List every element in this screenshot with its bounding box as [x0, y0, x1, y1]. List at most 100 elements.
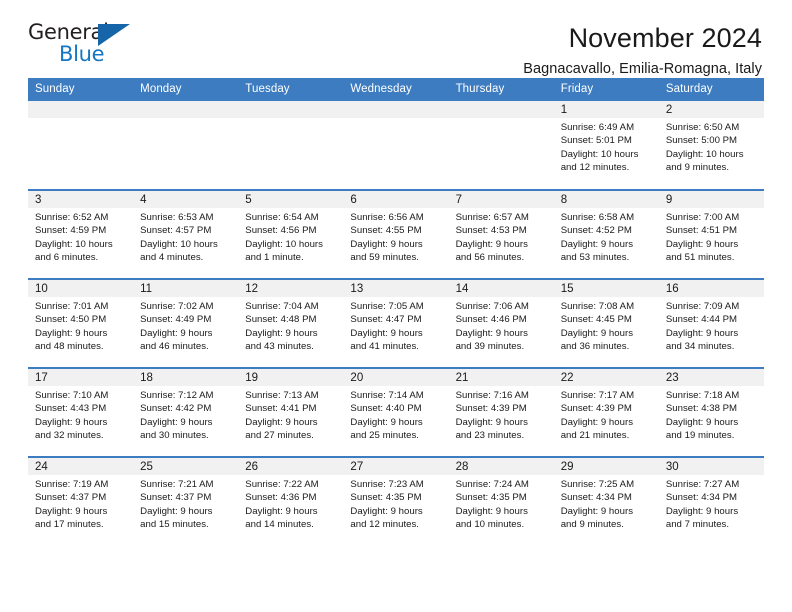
- calendar-day-cell[interactable]: 16 Sunrise: 7:09 AM Sunset: 4:44 PM Dayligh…: [658, 278, 764, 368]
- daylight-text-line2: and 12 minutes.: [350, 518, 419, 530]
- calendar-day-cell[interactable]: 22 Sunrise: 7:17 AM Sunset: 4:39 PM Dayligh…: [553, 367, 659, 457]
- day-cell: 30 Sunrise: 7:27 AM Sunset: 4:34 PM Dayligh…: [658, 458, 764, 545]
- sunset-text: Sunset: 4:57 PM: [140, 225, 212, 237]
- sunrise-text: Sunrise: 7:24 AM: [455, 479, 529, 490]
- sunset-text: Sunset: 4:38 PM: [665, 403, 738, 415]
- page-title: November 2024: [568, 23, 762, 53]
- calendar-day-cell[interactable]: 21 Sunrise: 7:16 AM Sunset: 4:39 PM Dayligh…: [448, 367, 554, 457]
- calendar-day-cell[interactable]: 25 Sunrise: 7:21 AM Sunset: 4:37 PM Dayligh…: [133, 456, 239, 546]
- day-number: 7: [448, 191, 554, 208]
- calendar-day-cell[interactable]: 9 Sunrise: 7:00 AM Sunset: 4:51 PM Daylight…: [658, 189, 764, 279]
- sunrise-text: Sunrise: 7:10 AM: [35, 390, 109, 401]
- calendar-day-cell[interactable]: 15 Sunrise: 7:08 AM Sunset: 4:45 PM Dayligh…: [553, 278, 659, 368]
- calendar-day-cell[interactable]: 10 Sunrise: 7:01 AM Sunset: 4:50 PM Dayligh…: [28, 278, 134, 368]
- day-number: [343, 101, 449, 118]
- calendar-day-cell[interactable]: 19 Sunrise: 7:13 AM Sunset: 4:41 PM Dayligh…: [238, 367, 344, 457]
- daylight-text-line1: Daylight: 9 hours: [350, 416, 423, 428]
- sunrise-text: Sunrise: 7:06 AM: [455, 301, 529, 312]
- daylight-text-line2: and 12 minutes.: [560, 161, 630, 173]
- day-number: 26: [238, 458, 344, 475]
- sunrise-text: Sunrise: 6:58 AM: [560, 212, 635, 223]
- sunset-text: Sunset: 4:36 PM: [245, 492, 317, 504]
- daylight-text-line1: Daylight: 9 hours: [35, 416, 108, 428]
- calendar-day-cell[interactable]: 11 Sunrise: 7:02 AM Sunset: 4:49 PM Dayligh…: [133, 278, 239, 368]
- calendar-day-cell[interactable]: 28 Sunrise: 7:24 AM Sunset: 4:35 PM Dayligh…: [448, 456, 554, 546]
- daylight-text-line1: Daylight: 9 hours: [665, 327, 739, 339]
- day-number: 3: [28, 191, 134, 208]
- calendar-day-cell[interactable]: 13 Sunrise: 7:05 AM Sunset: 4:47 PM Dayligh…: [343, 278, 449, 368]
- sunrise-text: Sunrise: 6:57 AM: [455, 212, 529, 223]
- day-details: Sunrise: 6:58 AM Sunset: 4:52 PM Daylight:…: [554, 208, 659, 264]
- daylight-text-line2: and 9 minutes.: [665, 161, 730, 173]
- day-cell: 20 Sunrise: 7:14 AM Sunset: 4:40 PM Dayligh…: [343, 369, 449, 456]
- calendar-day-cell[interactable]: 27 Sunrise: 7:23 AM Sunset: 4:35 PM Dayligh…: [343, 456, 449, 546]
- empty-day-cell: [238, 101, 344, 188]
- calendar-day-cell[interactable]: 29 Sunrise: 7:25 AM Sunset: 4:34 PM Dayligh…: [553, 456, 659, 546]
- daylight-text-line2: and 27 minutes.: [245, 429, 314, 441]
- day-number: 11: [133, 280, 239, 297]
- calendar-week-row: 3 Sunrise: 6:52 AM Sunset: 4:59 PM Daylight…: [28, 189, 764, 279]
- sunset-text: Sunset: 4:37 PM: [140, 492, 212, 504]
- sunset-text: Sunset: 4:48 PM: [245, 314, 317, 326]
- calendar-day-cell[interactable]: 14 Sunrise: 7:06 AM Sunset: 4:46 PM Dayligh…: [448, 278, 554, 368]
- calendar-day-cell[interactable]: 26 Sunrise: 7:22 AM Sunset: 4:36 PM Dayligh…: [238, 456, 344, 546]
- day-details: Sunrise: 7:08 AM Sunset: 4:45 PM Daylight:…: [554, 297, 659, 353]
- calendar-day-cell[interactable]: 8 Sunrise: 6:58 AM Sunset: 4:52 PM Daylight…: [553, 189, 659, 279]
- empty-day-cell: [343, 101, 449, 188]
- sunrise-text: Sunrise: 7:18 AM: [665, 390, 740, 401]
- day-details: Sunrise: 7:16 AM Sunset: 4:39 PM Daylight:…: [449, 386, 554, 442]
- day-cell: 7 Sunrise: 6:57 AM Sunset: 4:53 PM Daylight…: [448, 191, 554, 278]
- sunrise-text: Sunrise: 7:16 AM: [455, 390, 529, 401]
- day-cell: 4 Sunrise: 6:53 AM Sunset: 4:57 PM Daylight…: [133, 191, 239, 278]
- daylight-text-line2: and 23 minutes.: [455, 429, 525, 441]
- day-number: 30: [658, 458, 764, 475]
- day-details: Sunrise: 7:21 AM Sunset: 4:37 PM Daylight:…: [133, 475, 238, 531]
- daylight-text-line1: Daylight: 9 hours: [140, 416, 213, 428]
- day-number: 13: [343, 280, 449, 297]
- title-block: November 2024 Bagnacavallo, Emilia-Romag…: [523, 22, 764, 79]
- sunrise-text: Sunrise: 7:04 AM: [245, 301, 319, 312]
- weekday-header-sunday: Sunday: [28, 78, 134, 101]
- daylight-text-line1: Daylight: 9 hours: [560, 327, 634, 339]
- calendar-day-cell[interactable]: 23 Sunrise: 7:18 AM Sunset: 4:38 PM Dayligh…: [658, 367, 764, 457]
- day-cell: 21 Sunrise: 7:16 AM Sunset: 4:39 PM Dayligh…: [448, 369, 554, 456]
- daylight-text-line1: Daylight: 9 hours: [455, 505, 528, 517]
- calendar-day-cell[interactable]: 1 Sunrise: 6:49 AM Sunset: 5:01 PM Daylight…: [553, 101, 659, 190]
- daylight-text-line2: and 19 minutes.: [665, 429, 735, 441]
- daylight-text-line1: Daylight: 9 hours: [140, 327, 213, 339]
- calendar-day-cell[interactable]: 6 Sunrise: 6:56 AM Sunset: 4:55 PM Daylight…: [343, 189, 449, 279]
- daylight-text-line2: and 9 minutes.: [560, 518, 624, 530]
- daylight-text-line2: and 10 minutes.: [455, 518, 525, 530]
- day-cell: 23 Sunrise: 7:18 AM Sunset: 4:38 PM Dayligh…: [658, 369, 764, 456]
- day-cell: 9 Sunrise: 7:00 AM Sunset: 4:51 PM Daylight…: [658, 191, 764, 278]
- day-details: Sunrise: 6:57 AM Sunset: 4:53 PM Daylight:…: [449, 208, 554, 264]
- daylight-text-line1: Daylight: 9 hours: [665, 238, 739, 250]
- calendar-day-cell[interactable]: 18 Sunrise: 7:12 AM Sunset: 4:42 PM Dayligh…: [133, 367, 239, 457]
- weekday-header-monday: Monday: [133, 78, 239, 101]
- day-number: 16: [658, 280, 764, 297]
- calendar-day-cell[interactable]: 5 Sunrise: 6:54 AM Sunset: 4:56 PM Daylight…: [238, 189, 344, 279]
- day-number: 15: [553, 280, 659, 297]
- sunset-text: Sunset: 4:47 PM: [350, 314, 422, 326]
- day-number: 17: [28, 369, 134, 386]
- daylight-text-line1: Daylight: 9 hours: [245, 505, 318, 517]
- sunset-text: Sunset: 4:49 PM: [140, 314, 212, 326]
- calendar-day-cell: [28, 101, 134, 190]
- calendar-day-cell[interactable]: 2 Sunrise: 6:50 AM Sunset: 5:00 PM Daylight…: [658, 101, 764, 190]
- daylight-text-line2: and 56 minutes.: [455, 251, 525, 263]
- sunrise-text: Sunrise: 7:00 AM: [665, 212, 740, 223]
- calendar-day-cell[interactable]: 20 Sunrise: 7:14 AM Sunset: 4:40 PM Dayligh…: [343, 367, 449, 457]
- calendar-day-cell[interactable]: 12 Sunrise: 7:04 AM Sunset: 4:48 PM Dayligh…: [238, 278, 344, 368]
- calendar-week-row: 10 Sunrise: 7:01 AM Sunset: 4:50 PM Dayligh…: [28, 278, 764, 368]
- general-blue-logo[interactable]: General Blue: [28, 22, 148, 70]
- sunset-text: Sunset: 4:52 PM: [560, 225, 632, 237]
- calendar-day-cell[interactable]: 24 Sunrise: 7:19 AM Sunset: 4:37 PM Dayligh…: [28, 456, 134, 546]
- calendar-day-cell[interactable]: 3 Sunrise: 6:52 AM Sunset: 4:59 PM Daylight…: [28, 189, 134, 279]
- calendar-day-cell[interactable]: 7 Sunrise: 6:57 AM Sunset: 4:53 PM Daylight…: [448, 189, 554, 279]
- calendar-day-cell[interactable]: 17 Sunrise: 7:10 AM Sunset: 4:43 PM Dayligh…: [28, 367, 134, 457]
- calendar-day-cell[interactable]: 4 Sunrise: 6:53 AM Sunset: 4:57 PM Daylight…: [133, 189, 239, 279]
- calendar-day-cell[interactable]: 30 Sunrise: 7:27 AM Sunset: 4:34 PM Dayligh…: [658, 456, 764, 546]
- sunset-text: Sunset: 4:43 PM: [35, 403, 107, 415]
- calendar-day-cell: [448, 101, 554, 190]
- day-details: Sunrise: 7:10 AM Sunset: 4:43 PM Daylight:…: [28, 386, 133, 442]
